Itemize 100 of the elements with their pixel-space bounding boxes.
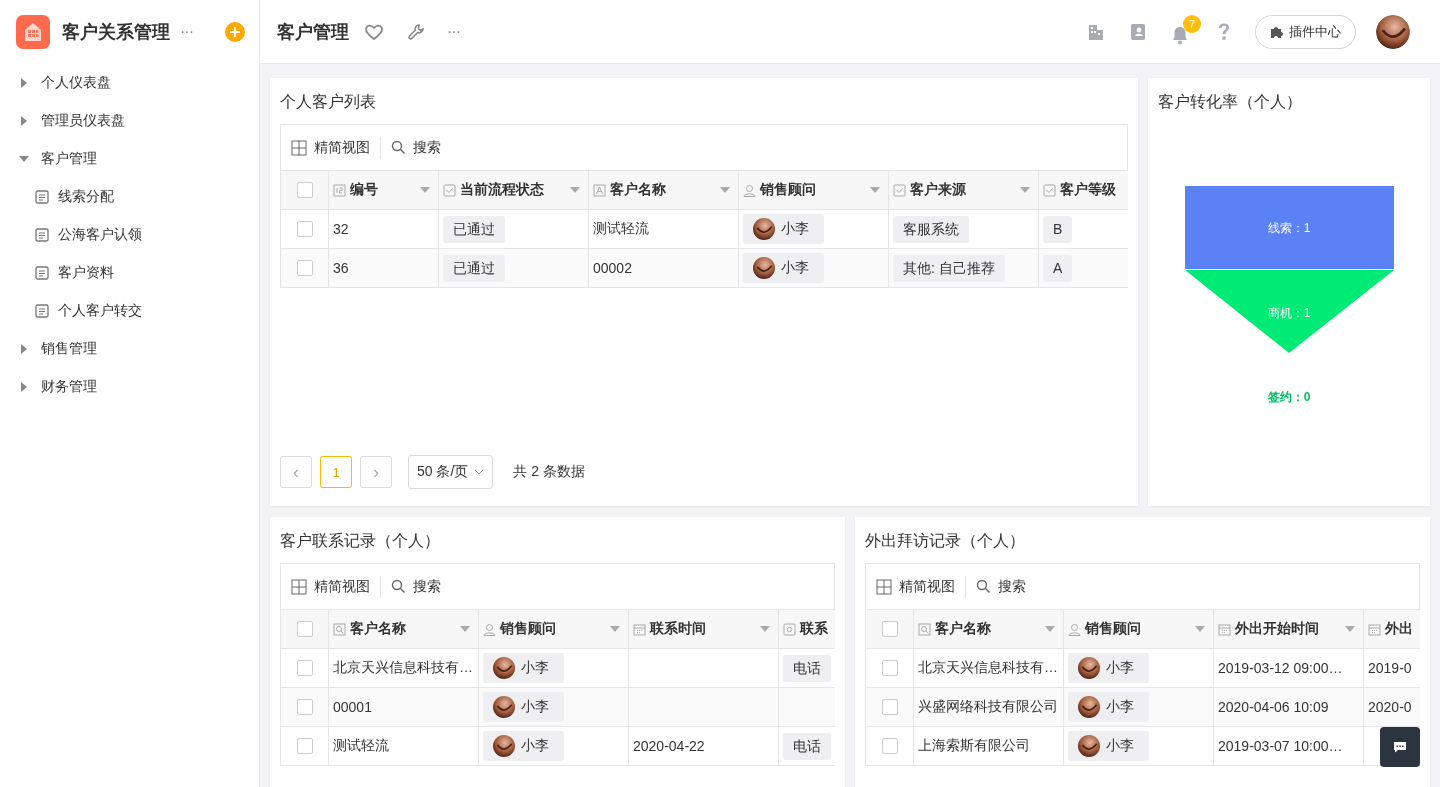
card-title: 个人客户列表 [280,92,377,112]
column-header[interactable]: 联系时间 [629,610,779,648]
nav-item[interactable]: 公海客户认领 [0,216,259,254]
table-cell: 兴盛网络科技有限公司 [918,698,1058,716]
nav-item[interactable]: 客户管理 [0,140,259,178]
field-icon [1368,622,1381,636]
nav-item[interactable]: 管理员仪表盘 [0,102,259,140]
avatar [1078,657,1100,679]
field-icon [1043,183,1056,197]
view-button[interactable]: 精简视图 [291,577,370,596]
checkbox[interactable] [881,699,898,715]
funnel-stage: 商机：1 [1185,270,1394,353]
member-chip: 小李 [483,653,564,683]
field-icon [483,622,496,636]
member-chip: 小李 [483,731,564,761]
checkbox[interactable] [296,660,313,676]
table-cell: 测试轻流 [593,220,649,238]
chat-button[interactable] [1380,727,1420,767]
page-icon [35,190,49,204]
building-logo-icon [16,15,50,49]
checkbox[interactable] [296,221,313,237]
table-cell: 2020-0 [1368,699,1412,715]
bell-icon [1171,24,1189,45]
add-button[interactable] [225,22,245,42]
table-cell: 测试轻流 [333,737,389,755]
table-cell: 00001 [333,699,372,715]
field-icon [333,622,346,636]
checkbox[interactable] [881,660,898,676]
nav-item[interactable]: 客户资料 [0,254,259,292]
checkbox[interactable] [296,699,313,715]
card-title: 客户转化率（个人） [1158,92,1303,112]
user-avatar [1376,14,1410,49]
tag: 其他: 自己推荐 [893,254,1005,282]
checkbox[interactable] [881,738,898,754]
chevron-down-icon [474,469,485,475]
search-icon [391,579,406,594]
member-chip: 小李 [483,692,564,722]
tag: 客服系统 [893,215,969,243]
search-button[interactable]: 搜索 [391,138,441,157]
table-cell: 北京天兴信息科技有… [333,659,473,677]
column-header[interactable]: 销售顾问 [1064,610,1214,648]
tag: 电话 [783,732,831,760]
nav-item[interactable]: 个人客户转交 [0,292,259,330]
notification-badge: 7 [1183,14,1201,33]
field-icon [1218,622,1231,636]
table-cell: 00002 [593,260,632,276]
checkbox[interactable] [296,260,313,276]
total-count: 共 2 条数据 [513,463,585,481]
table-cell: 2019-03-07 10:00… [1218,738,1343,754]
grid-icon [291,139,307,156]
more-button[interactable]: ··· [447,22,460,41]
checkbox[interactable] [296,738,313,754]
checkbox[interactable] [296,621,313,637]
member-chip: 小李 [1068,692,1149,722]
view-button[interactable]: 精简视图 [291,138,370,157]
wrench-icon [407,22,425,41]
building-icon [1087,22,1105,41]
member-chip: 小李 [1068,653,1149,683]
nav-item[interactable]: 财务管理 [0,368,259,406]
field-icon [443,183,456,197]
funnel-stage: 线索：1 [1185,186,1394,269]
table-cell: 32 [333,221,349,237]
column-header[interactable]: 客户名称 [589,171,739,209]
page-title: 客户管理 [277,20,349,44]
tag: 电话 [783,654,831,682]
more-button[interactable]: ··· [180,23,193,41]
column-header[interactable]: 客户来源 [889,171,1039,209]
page-icon [35,304,49,318]
field-icon [743,183,756,197]
column-header[interactable]: 外出开始时间 [1214,610,1364,648]
column-header[interactable]: 销售顾问 [739,171,889,209]
nav-item[interactable]: 个人仪表盘 [0,64,259,102]
field-icon [593,183,606,197]
view-button[interactable]: 精简视图 [876,577,955,596]
search-icon [391,140,406,155]
field-icon [893,183,906,197]
tag: 已通过 [443,254,505,282]
table-cell: 2020-04-22 [633,738,705,754]
column-header[interactable]: 编号 [329,171,439,209]
nav-item[interactable]: 销售管理 [0,330,259,368]
nav-item[interactable]: 线索分配 [0,178,259,216]
puzzle-icon [1270,24,1284,39]
tag: B [1043,215,1073,243]
field-icon [1068,622,1081,636]
checkbox[interactable] [296,182,313,198]
checkbox[interactable] [881,621,898,637]
column-header[interactable]: 客户名称 [914,610,1064,648]
column-header[interactable]: 客户名称 [329,610,479,648]
column-header[interactable]: 外出 [1364,610,1420,648]
search-button[interactable]: 搜索 [976,577,1026,596]
grid-icon [291,578,307,595]
column-header[interactable]: 当前流程状态 [439,171,589,209]
avatar [753,257,775,279]
help-icon [1217,21,1231,42]
search-button[interactable]: 搜索 [391,577,441,596]
column-header[interactable]: 销售顾问 [479,610,629,648]
chat-icon [1393,741,1407,753]
field-icon [783,622,796,636]
page-size-select[interactable]: 50 条/页 [408,455,494,489]
grid-icon [876,578,892,595]
